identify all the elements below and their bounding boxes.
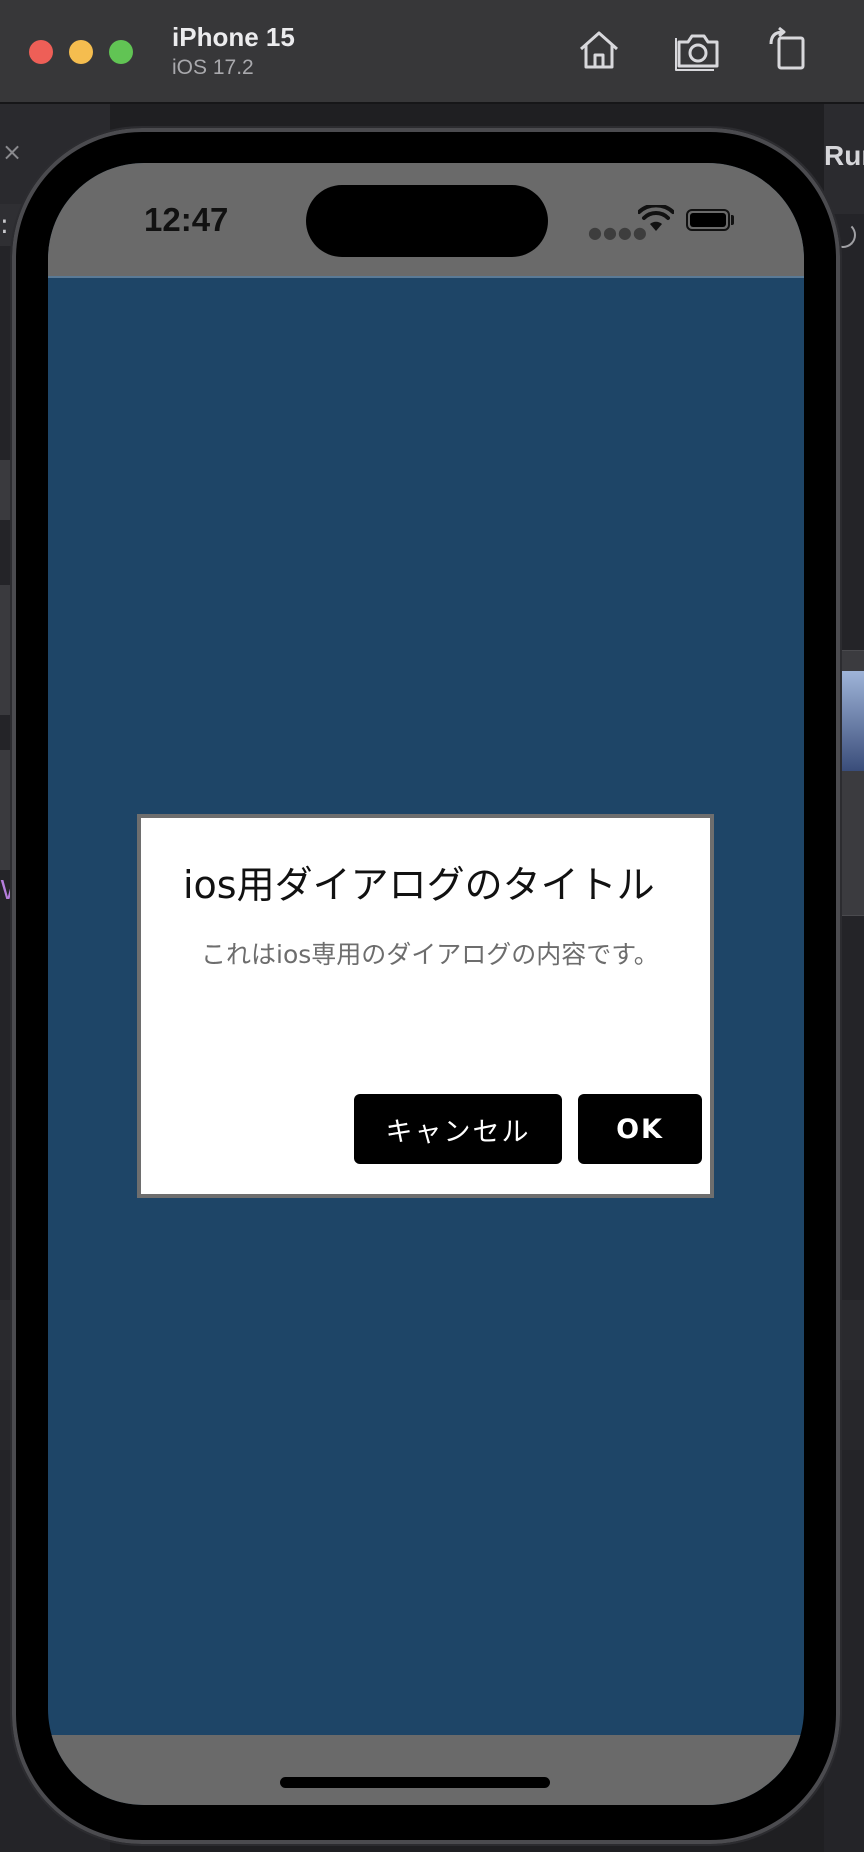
home-icon[interactable] <box>575 26 623 74</box>
rotate-icon[interactable] <box>765 26 813 74</box>
status-bar: 12:47 ●●●● <box>48 163 804 278</box>
editor-gutter-marker <box>0 750 10 870</box>
run-label[interactable]: Run <box>824 140 864 172</box>
ok-button[interactable]: OK <box>578 1094 702 1164</box>
home-indicator[interactable] <box>280 1777 550 1788</box>
alert-dialog: ios用ダイアログのタイトル これはios専用のダイアログの内容です。 キャンセ… <box>137 814 714 1198</box>
device-name: iPhone 15 <box>172 22 295 52</box>
screenshot-icon[interactable] <box>674 26 722 74</box>
dialog-title: ios用ダイアログのタイトル <box>183 863 655 907</box>
battery-cap <box>731 215 734 225</box>
dialog-message: これはios専用のダイアログの内容です。 <box>201 940 659 969</box>
dynamic-island <box>306 185 548 257</box>
zoom-window-button[interactable] <box>109 40 133 64</box>
close-window-button[interactable] <box>29 40 53 64</box>
minimize-window-button[interactable] <box>69 40 93 64</box>
editor-gutter-marker <box>0 460 10 520</box>
cancel-button[interactable]: キャンセル <box>354 1094 562 1164</box>
editor-gutter-marker <box>0 585 10 715</box>
status-time: 12:47 <box>144 201 229 238</box>
preview-image <box>842 671 864 771</box>
jump-bar-separator-icon: : <box>0 210 9 240</box>
close-tab-icon[interactable]: × <box>2 140 22 164</box>
battery-icon <box>686 209 730 231</box>
simulator-title-bar: iPhone 15 iOS 17.2 <box>0 0 864 104</box>
home-indicator-area <box>48 1735 804 1805</box>
battery-level <box>690 213 726 227</box>
wifi-icon <box>638 205 674 233</box>
os-version: iOS 17.2 <box>172 56 254 79</box>
